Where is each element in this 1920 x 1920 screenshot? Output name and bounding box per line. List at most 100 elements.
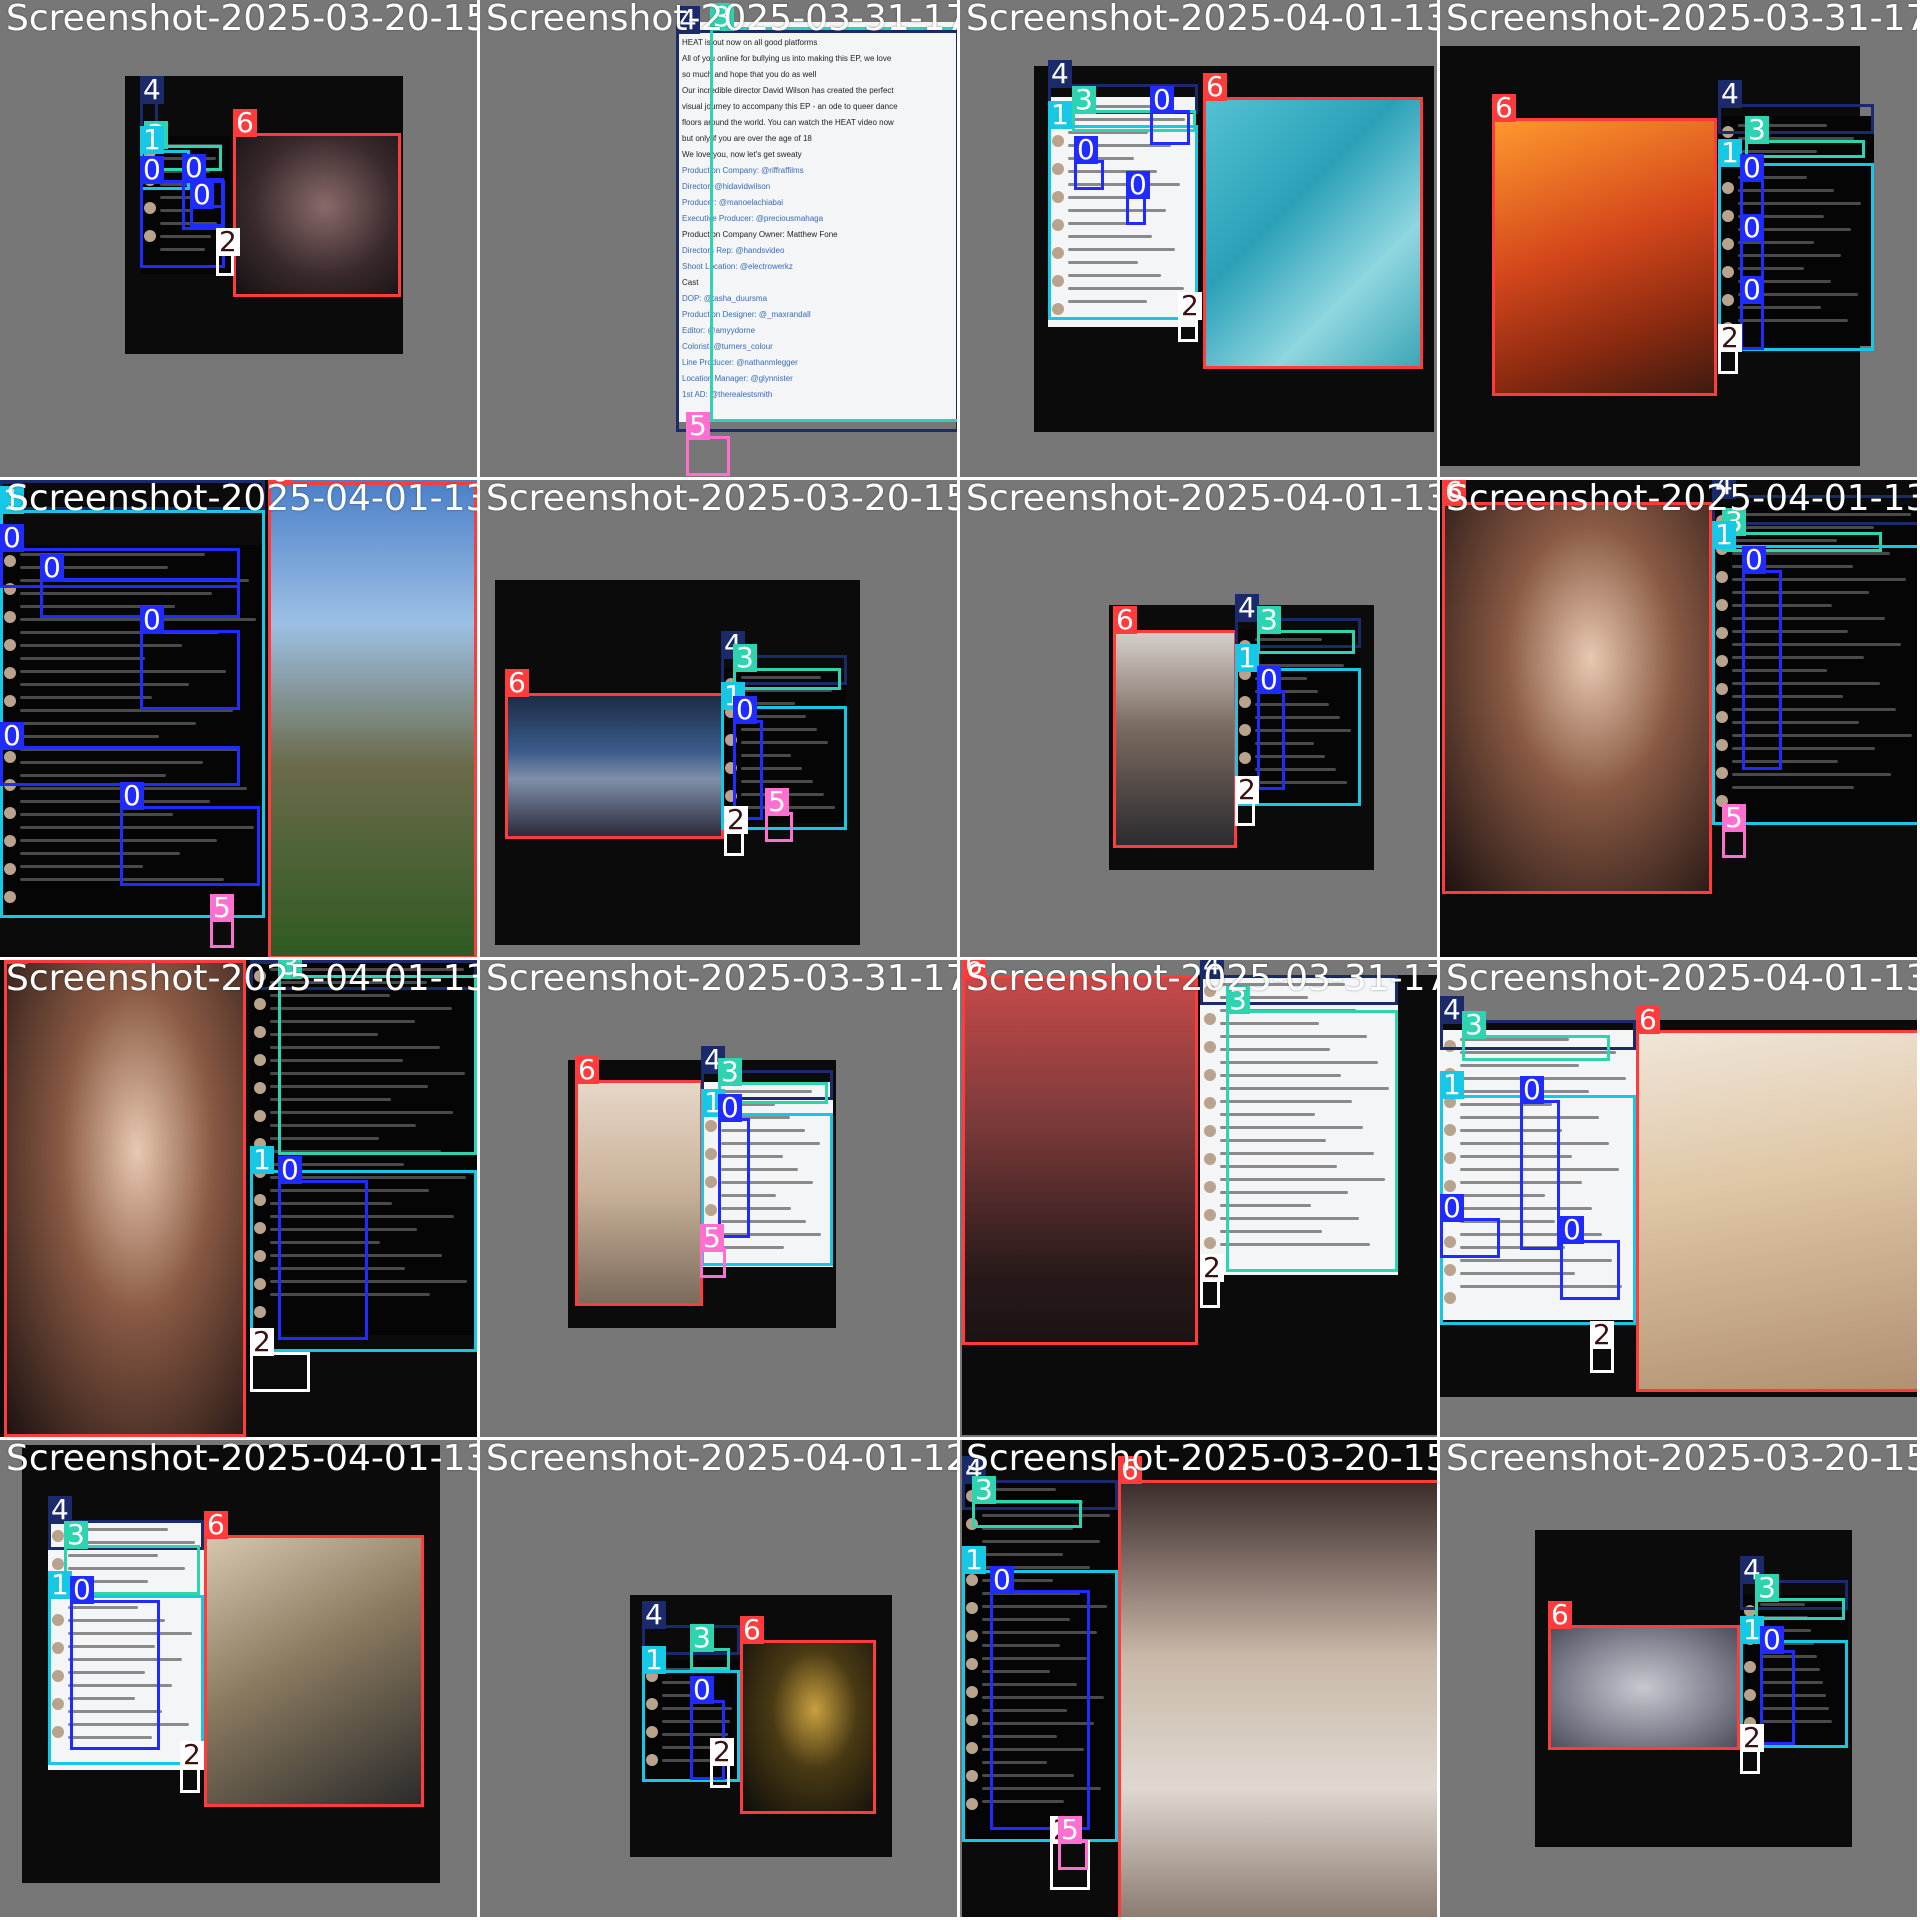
avatar[interactable] [1052,135,1064,147]
avatar[interactable] [646,1698,658,1710]
avatar[interactable] [1052,107,1064,119]
avatar[interactable] [1722,154,1734,166]
avatar[interactable] [1444,1152,1456,1164]
avatar[interactable] [1204,1097,1216,1109]
avatar[interactable] [1052,275,1064,287]
avatar[interactable] [1204,1181,1216,1193]
avatar[interactable] [52,1586,64,1598]
avatar[interactable] [4,695,16,707]
avatar[interactable] [52,1670,64,1682]
avatar[interactable] [1239,640,1251,652]
comments-panel[interactable] [1048,97,1196,327]
avatar[interactable] [705,1204,717,1216]
screenshot-tile[interactable]: Screenshot-2025-03-31-17365643105 [480,960,957,1437]
avatar[interactable] [1444,1264,1456,1276]
avatar[interactable] [966,1490,978,1502]
avatar[interactable] [1722,182,1734,194]
avatar[interactable] [254,1026,266,1038]
avatar[interactable] [52,1698,64,1710]
avatar[interactable] [1744,1661,1756,1673]
post-photo[interactable] [740,1640,876,1814]
post-photo[interactable] [1203,97,1421,369]
avatar[interactable] [705,1092,717,1104]
avatar[interactable] [254,1222,266,1234]
comments-panel[interactable] [642,1660,740,1782]
screenshot-tile[interactable]: Screenshot-2025-04-01-1308864310002 [960,0,1437,477]
avatar[interactable] [4,583,16,595]
post-photo[interactable] [1118,1480,1437,1917]
avatar[interactable] [1052,163,1064,175]
screenshot-tile[interactable]: Screenshot-2025-03-20-152586431025 [480,480,957,957]
comments-panel[interactable] [1740,1595,1848,1747]
avatar[interactable] [254,1306,266,1318]
avatar[interactable] [1052,219,1064,231]
avatar[interactable] [1444,1124,1456,1136]
comments-panel[interactable] [1200,975,1398,1275]
avatar[interactable] [1716,767,1728,779]
comments-panel[interactable] [1718,116,1874,346]
screenshot-tile[interactable]: Screenshot-2025-03-20-152206431025 [960,1440,1437,1917]
avatar[interactable] [1239,780,1251,792]
avatar[interactable] [1239,752,1251,764]
avatar[interactable] [1239,696,1251,708]
avatar[interactable] [1444,1292,1456,1304]
screenshot-tile[interactable]: Screenshot-2025-04-01-13195641000005 [0,480,477,957]
avatar[interactable] [966,1630,978,1642]
comments-panel[interactable] [48,1520,204,1770]
avatar[interactable] [1204,1209,1216,1221]
post-photo[interactable] [1548,1625,1738,1750]
avatar[interactable] [1716,711,1728,723]
avatar[interactable] [4,555,16,567]
avatar[interactable] [144,230,156,242]
avatar[interactable] [1722,266,1734,278]
avatar[interactable] [254,1166,266,1178]
avatar[interactable] [705,1148,717,1160]
avatar[interactable] [966,1518,978,1530]
post-photo[interactable] [1113,630,1235,848]
avatar[interactable] [1716,683,1728,695]
avatar[interactable] [1052,247,1064,259]
comments-panel[interactable]: HEAT is out now on all good platforms All… [676,22,957,422]
avatar[interactable] [705,1120,717,1132]
avatar[interactable] [1744,1633,1756,1645]
avatar[interactable] [52,1530,64,1542]
avatar[interactable] [4,863,16,875]
avatar[interactable] [1722,238,1734,250]
post-photo[interactable] [575,1080,701,1306]
post-photo[interactable] [233,133,399,295]
avatar[interactable] [1716,627,1728,639]
avatar[interactable] [1716,795,1728,807]
avatar[interactable] [1444,1068,1456,1080]
avatar[interactable] [52,1642,64,1654]
avatar[interactable] [1716,655,1728,667]
screenshot-tile[interactable]: Screenshot-2025-03-31-174316432 [960,960,1437,1437]
avatar[interactable] [4,891,16,903]
comments-panel[interactable] [1712,505,1917,825]
avatar[interactable] [966,1686,978,1698]
avatar[interactable] [4,723,16,735]
avatar[interactable] [966,1546,978,1558]
avatar[interactable] [52,1726,64,1738]
screenshot-tile[interactable]: Screenshot-2025-04-01-1303564310002 [1440,960,1917,1437]
avatar[interactable] [1716,543,1728,555]
avatar[interactable] [4,639,16,651]
avatar[interactable] [1744,1689,1756,1701]
avatar[interactable] [1204,1153,1216,1165]
comments-panel[interactable] [962,1480,1118,1842]
avatar[interactable] [254,1194,266,1206]
screenshot-tile[interactable]: Screenshot-2025-03-20-1526064310002 [0,0,477,477]
screenshot-tile[interactable]: Screenshot-2025-04-01-13065643102 [0,1440,477,1917]
avatar[interactable] [1722,294,1734,306]
comments-panel[interactable] [721,668,846,823]
comments-panel[interactable] [140,136,230,274]
avatar[interactable] [254,1054,266,1066]
avatar[interactable] [705,1176,717,1188]
avatar[interactable] [1444,1236,1456,1248]
screenshot-tile[interactable]: Screenshot-2025-04-01-13206643102 [960,480,1437,957]
comments-panel[interactable] [1440,1030,1636,1320]
avatar[interactable] [254,1250,266,1262]
screenshot-tile[interactable]: Screenshot-2025-04-01-13255643102 [0,960,477,1437]
comments-panel[interactable] [250,960,477,1335]
avatar[interactable] [1204,1237,1216,1249]
avatar[interactable] [1444,1180,1456,1192]
